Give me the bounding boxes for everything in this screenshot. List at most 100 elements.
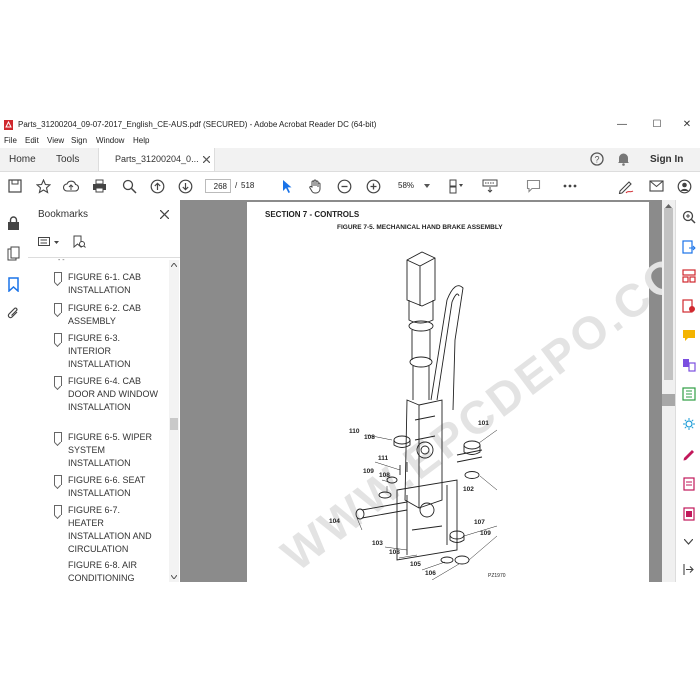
doc-scroll-marker[interactable] bbox=[662, 394, 675, 406]
hand-tool-icon[interactable] bbox=[306, 177, 324, 195]
bookmark-icon bbox=[54, 505, 62, 515]
zoom-in-icon[interactable] bbox=[364, 177, 382, 195]
attachments-icon[interactable] bbox=[7, 306, 20, 321]
email-icon[interactable] bbox=[647, 177, 665, 195]
compress-pdf-icon[interactable] bbox=[682, 387, 696, 401]
bookmark-item[interactable]: FIGURE 6-8. AIR CONDITIONING bbox=[68, 559, 158, 581]
pdf-app-icon bbox=[4, 120, 13, 130]
bookmark-star-icon[interactable] bbox=[34, 177, 52, 195]
account-icon[interactable] bbox=[675, 177, 693, 195]
page-display-icon[interactable] bbox=[448, 177, 466, 195]
bookmark-options-icon[interactable] bbox=[38, 237, 52, 247]
select-cursor-icon[interactable] bbox=[278, 177, 296, 195]
search-icon[interactable] bbox=[120, 177, 138, 195]
left-nav-rail bbox=[0, 200, 29, 582]
document-scrollbar[interactable] bbox=[662, 200, 675, 582]
options-dropdown-icon[interactable] bbox=[54, 241, 59, 244]
scroll-down-arrow-icon[interactable] bbox=[171, 575, 177, 579]
close-tab-icon[interactable] bbox=[203, 156, 210, 163]
callout-label: 109 bbox=[363, 468, 374, 475]
callout-label: 108 bbox=[364, 434, 375, 441]
bookmark-icon bbox=[54, 272, 62, 282]
bookmark-item[interactable]: FIGURE 6-5. WIPER SYSTEM INSTALLATION bbox=[54, 431, 158, 470]
doc-scroll-thumb[interactable] bbox=[664, 208, 673, 380]
callout-label: 105 bbox=[410, 561, 421, 568]
tab-home[interactable]: Home bbox=[9, 154, 36, 165]
close-panel-icon[interactable] bbox=[160, 210, 169, 219]
export-pdf-icon[interactable] bbox=[682, 240, 696, 254]
bookmark-icon bbox=[54, 475, 62, 485]
expand-tools-icon[interactable] bbox=[684, 539, 693, 545]
zoom-out-icon[interactable] bbox=[335, 177, 353, 195]
menu-sign[interactable]: Sign bbox=[71, 136, 87, 145]
bookmark-item[interactable]: FIGURE 6-7. HEATER INSTALLATION AND CIRC… bbox=[54, 504, 158, 556]
notification-bell-icon[interactable] bbox=[617, 152, 630, 166]
section-heading: SECTION 7 - CONTROLS bbox=[265, 210, 360, 219]
organize-pages-icon[interactable] bbox=[682, 269, 696, 283]
menu-window[interactable]: Window bbox=[96, 136, 124, 145]
document-tab[interactable]: Parts_31200204_0... bbox=[98, 148, 215, 171]
bookmark-icon bbox=[54, 376, 62, 386]
figure-title: FIGURE 7-5. MECHANICAL HAND BRAKE ASSEMB… bbox=[337, 224, 503, 231]
maximize-button[interactable]: ☐ bbox=[646, 118, 668, 132]
bookmarks-panel-icon[interactable] bbox=[8, 277, 19, 292]
next-page-icon[interactable] bbox=[176, 177, 194, 195]
comment-tool-icon[interactable] bbox=[682, 329, 696, 343]
menu-file[interactable]: File bbox=[4, 136, 17, 145]
find-bookmark-icon[interactable] bbox=[73, 235, 86, 249]
combine-files-icon[interactable] bbox=[682, 358, 696, 372]
page-number-input[interactable]: 268 bbox=[205, 179, 231, 193]
callout-label: 108 bbox=[379, 472, 390, 479]
protect-pdf-icon[interactable] bbox=[682, 477, 696, 491]
main-toolbar: 268 / 518 58% bbox=[0, 172, 700, 201]
print-icon[interactable] bbox=[90, 177, 108, 195]
bookmark-item[interactable]: FIGURE 6-2. CAB ASSEMBLY bbox=[54, 302, 158, 328]
help-icon[interactable]: ? bbox=[590, 152, 604, 166]
callout-label: 102 bbox=[463, 486, 474, 493]
hand-brake-drawing bbox=[355, 251, 498, 580]
scroll-up-arrow-icon[interactable] bbox=[171, 263, 177, 267]
create-pdf-icon[interactable] bbox=[682, 299, 696, 313]
fill-sign-icon[interactable] bbox=[617, 177, 635, 195]
bookmark-item[interactable]: FIGURE 6-6. SEAT INSTALLATION bbox=[54, 474, 158, 500]
bookmarks-title: Bookmarks bbox=[38, 209, 89, 220]
collapse-indicator: - - bbox=[58, 257, 65, 264]
collapse-pane-icon[interactable] bbox=[683, 564, 694, 575]
pdf-page[interactable]: SECTION 7 - CONTROLS FIGURE 7-5. MECHANI… bbox=[247, 202, 700, 582]
zoom-search-tool-icon[interactable] bbox=[682, 210, 696, 224]
close-window-button[interactable]: ✕ bbox=[676, 118, 698, 132]
callout-label: 104 bbox=[329, 518, 340, 525]
more-tools-icon[interactable] bbox=[561, 177, 579, 195]
window-title: Parts_31200204_09-07-2017_English_CE-AUS… bbox=[18, 120, 377, 129]
page-thumbnails-icon[interactable] bbox=[7, 246, 20, 261]
menu-view[interactable]: View bbox=[47, 136, 64, 145]
tab-tools[interactable]: Tools bbox=[56, 154, 79, 165]
zoom-level[interactable]: 58% bbox=[398, 181, 414, 190]
bookmark-icon bbox=[54, 432, 62, 442]
comment-icon[interactable] bbox=[524, 177, 542, 195]
bookmark-icon bbox=[54, 303, 62, 313]
fill-sign-tool-icon[interactable] bbox=[682, 447, 696, 461]
previous-page-icon[interactable] bbox=[148, 177, 166, 195]
bookmark-item[interactable]: FIGURE 6-3. INTERIOR INSTALLATION bbox=[54, 332, 158, 371]
edit-pdf-icon[interactable] bbox=[682, 507, 696, 521]
bookmarks-scroll-thumb[interactable] bbox=[170, 418, 178, 430]
tab-bar: Home Tools Parts_31200204_0... ? Sign In bbox=[0, 148, 700, 172]
upload-cloud-icon[interactable] bbox=[62, 177, 80, 195]
enhance-scans-icon[interactable] bbox=[682, 417, 696, 431]
sign-in-link[interactable]: Sign In bbox=[650, 154, 683, 165]
menu-help[interactable]: Help bbox=[133, 136, 149, 145]
page-separator: / bbox=[235, 181, 238, 190]
panel-divider bbox=[28, 257, 180, 258]
keyboard-scroll-icon[interactable] bbox=[481, 177, 499, 195]
bookmark-item[interactable]: FIGURE 6-4. CAB DOOR AND WINDOW INSTALLA… bbox=[54, 375, 158, 414]
minimize-button[interactable]: — bbox=[611, 118, 633, 132]
lock-icon[interactable] bbox=[7, 216, 20, 231]
bookmarks-panel: Bookmarks - - FIGURE 6-1. CAB INSTALLATI… bbox=[28, 200, 181, 582]
callout-label: 106 bbox=[425, 570, 436, 577]
menu-edit[interactable]: Edit bbox=[25, 136, 39, 145]
bookmark-item[interactable]: FIGURE 6-1. CAB INSTALLATION bbox=[54, 271, 158, 297]
save-icon[interactable] bbox=[6, 177, 24, 195]
title-bar: Parts_31200204_09-07-2017_English_CE-AUS… bbox=[0, 116, 700, 134]
zoom-dropdown-icon[interactable] bbox=[424, 184, 430, 188]
